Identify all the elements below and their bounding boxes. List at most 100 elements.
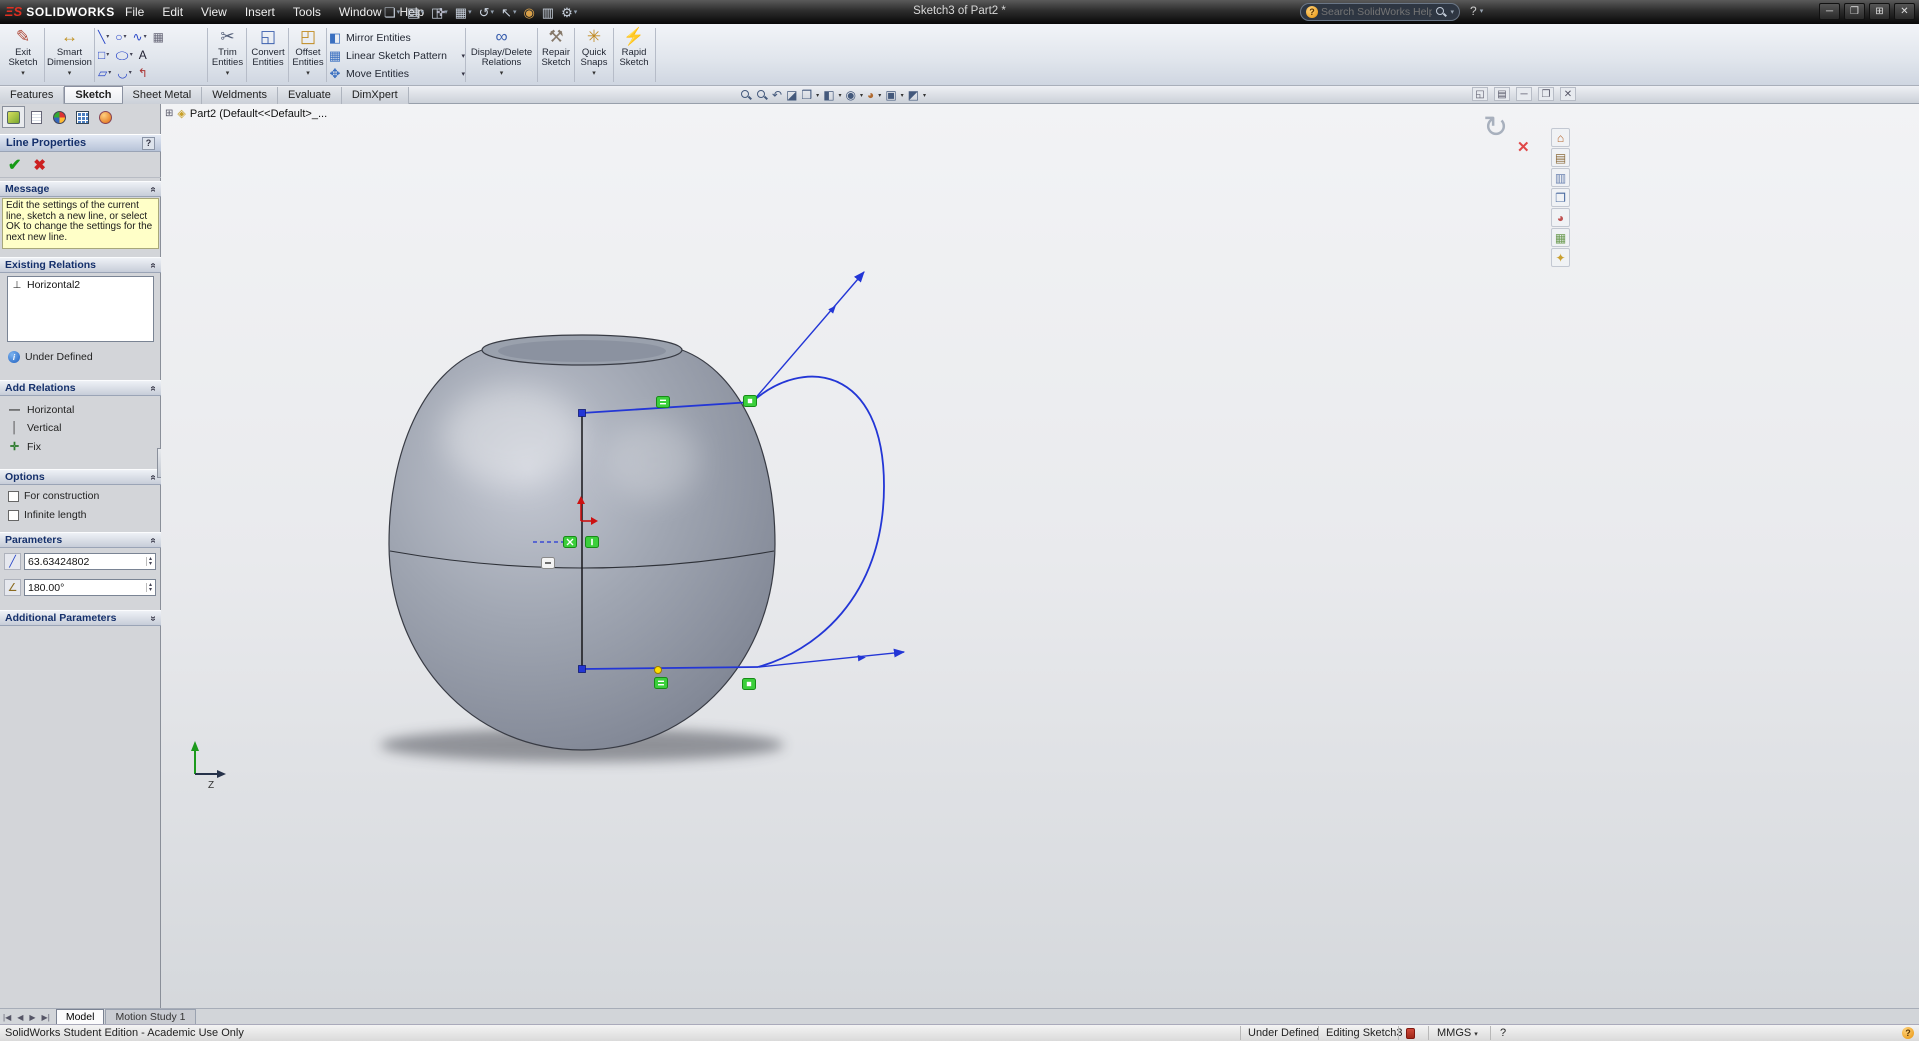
doc-close-button[interactable]: ✕ bbox=[1560, 87, 1576, 101]
search-icon[interactable] bbox=[1435, 6, 1447, 18]
relation-badge-vertical[interactable] bbox=[585, 536, 599, 548]
dropdown-caret-icon[interactable]: ▾ bbox=[816, 92, 819, 99]
dropdown-caret-icon[interactable]: ▾ bbox=[574, 6, 578, 19]
display-delete-relations-button[interactable]: ∞ Display/Delete Relations ▾ bbox=[468, 27, 535, 84]
linear-sketch-pattern-button[interactable]: ▦ Linear Sketch Pattern ▾ bbox=[328, 47, 465, 65]
relation-list-item[interactable]: ⊥ Horizontal2 bbox=[8, 277, 153, 293]
offset-entities-button[interactable]: ◰ Offset Entities ▾ bbox=[290, 27, 326, 84]
rebuild-icon[interactable]: ◉ bbox=[523, 6, 534, 19]
point-tool-button[interactable]: ▦ bbox=[151, 28, 166, 45]
tree-expander-icon[interactable]: ⊞ bbox=[165, 108, 173, 119]
existing-relations-list[interactable]: ⊥ Horizontal2 bbox=[7, 276, 154, 342]
dropdown-caret-icon[interactable]: ▾ bbox=[513, 6, 517, 19]
view-palette-icon[interactable]: ❐ bbox=[1551, 188, 1570, 207]
message-section-header[interactable]: Message » bbox=[0, 181, 161, 197]
hide-show-items-icon[interactable]: ◉ bbox=[846, 88, 856, 102]
tab-property-manager[interactable] bbox=[2, 106, 25, 128]
ok-button[interactable]: ✔ bbox=[8, 155, 21, 175]
tab-evaluate[interactable]: Evaluate bbox=[278, 86, 342, 104]
feature-tree-root-label[interactable]: Part2 (Default<<Default>_... bbox=[190, 108, 327, 120]
viewport-3d-scene[interactable]: Z bbox=[161, 104, 1919, 1008]
view-orientation-icon[interactable]: ❒ bbox=[801, 88, 812, 102]
menu-insert[interactable]: Insert bbox=[236, 0, 284, 24]
repair-sketch-button[interactable]: ⚒ Repair Sketch bbox=[539, 27, 573, 84]
zoom-to-area-icon[interactable] bbox=[756, 89, 768, 101]
dropdown-caret-icon[interactable]: ▾ bbox=[106, 33, 109, 40]
dropdown-caret-icon[interactable]: ▾ bbox=[860, 92, 863, 99]
spline-tool-button[interactable]: ∿ ▾ bbox=[131, 28, 149, 45]
exit-sketch-button[interactable]: ✎ Exit Sketch ▾ bbox=[4, 27, 42, 84]
dropdown-caret-icon[interactable]: ▾ bbox=[129, 69, 132, 76]
trim-entities-button[interactable]: ✂ Trim Entities ▾ bbox=[209, 27, 246, 84]
tab-display-manager[interactable] bbox=[94, 106, 117, 128]
relation-badge-equal[interactable] bbox=[654, 677, 668, 689]
tab-sheet-metal[interactable]: Sheet Metal bbox=[122, 86, 203, 104]
rapid-sketch-button[interactable]: ⚡ Rapid Sketch bbox=[615, 27, 653, 84]
dropdown-caret-icon[interactable]: ▾ bbox=[839, 92, 842, 99]
status-help-button[interactable]: ? bbox=[1500, 1027, 1506, 1039]
angle-parameter-input[interactable]: 180.00° ▴ ▾ bbox=[24, 579, 156, 596]
ellipse-tool-button[interactable]: ◯ ▾ bbox=[113, 46, 134, 63]
open-icon[interactable]: ▤ ▾ bbox=[407, 6, 424, 19]
text-tool-button[interactable]: A bbox=[137, 46, 149, 63]
dropdown-caret-icon[interactable]: ▾ bbox=[500, 69, 504, 77]
custom-properties-icon[interactable]: ▦ bbox=[1551, 228, 1570, 247]
previous-view-icon[interactable]: ↶ bbox=[772, 88, 782, 102]
tab-dimxpert[interactable]: DimXpert bbox=[341, 86, 409, 104]
relation-badge-coincident[interactable] bbox=[743, 395, 757, 407]
for-construction-checkbox[interactable] bbox=[8, 490, 19, 502]
sketch-endpoint[interactable] bbox=[578, 409, 586, 417]
infinite-length-checkbox[interactable] bbox=[8, 509, 19, 521]
save-icon[interactable]: ◫ ▾ bbox=[431, 6, 448, 19]
help-button[interactable]: ? bbox=[142, 136, 155, 150]
relation-badge-equal[interactable] bbox=[656, 396, 670, 408]
dropdown-caret-icon[interactable]: ▾ bbox=[444, 6, 448, 19]
dropdown-caret-icon[interactable]: ▾ bbox=[21, 69, 25, 77]
additional-parameters-section-header[interactable]: Additional Parameters » bbox=[0, 610, 161, 626]
tab-configuration-manager[interactable] bbox=[25, 106, 48, 128]
add-relations-section-header[interactable]: Add Relations » bbox=[0, 380, 161, 396]
next-study-button[interactable]: ▶ bbox=[26, 1010, 38, 1025]
restore-button[interactable]: ❐ bbox=[1844, 3, 1865, 20]
mirror-entities-button[interactable]: ◧ Mirror Entities bbox=[328, 29, 465, 47]
doc-restore-button[interactable]: ❐ bbox=[1538, 87, 1554, 101]
spin-down-icon[interactable]: ▾ bbox=[149, 561, 152, 566]
sketch-endpoint[interactable] bbox=[578, 665, 586, 673]
options-icon[interactable]: ⚙ ▾ bbox=[561, 6, 577, 19]
zoom-to-fit-icon[interactable] bbox=[740, 89, 752, 101]
doc-minimize-button[interactable]: ─ bbox=[1516, 87, 1532, 101]
exit-sketch-corner-icon[interactable]: ↻ bbox=[1483, 110, 1508, 145]
help-sphere-icon[interactable]: ? bbox=[1902, 1027, 1914, 1039]
parameters-section-header[interactable]: Parameters » bbox=[0, 532, 161, 548]
window-tile-icon[interactable]: ▤ bbox=[1494, 87, 1510, 101]
move-entities-button[interactable]: ✥ Move Entities ▾ bbox=[328, 65, 465, 83]
menu-window[interactable]: Window bbox=[330, 0, 391, 24]
add-relation-vertical-button[interactable]: │ Vertical bbox=[4, 419, 157, 436]
construction-tool-button[interactable]: ↰ bbox=[136, 64, 150, 81]
new-document-icon[interactable]: ❏ ▾ bbox=[384, 6, 400, 19]
relation-badge-horizontal-inactive[interactable] bbox=[541, 557, 555, 569]
window-cascade-icon[interactable]: ◱ bbox=[1472, 87, 1488, 101]
circle-tool-button[interactable]: ○ ▾ bbox=[113, 28, 128, 45]
file-properties-icon[interactable]: ▥ bbox=[542, 6, 554, 19]
dropdown-caret-icon[interactable]: ▾ bbox=[226, 69, 230, 77]
relation-badge-intersection[interactable] bbox=[563, 536, 577, 548]
menu-view[interactable]: View bbox=[192, 0, 236, 24]
solidworks-resources-icon[interactable]: ⌂ bbox=[1551, 128, 1570, 147]
dropdown-caret-icon[interactable]: ▾ bbox=[124, 33, 127, 40]
add-relation-fix-button[interactable]: ✛ Fix bbox=[4, 438, 157, 455]
units-selector[interactable]: MMGS ▾ bbox=[1437, 1027, 1478, 1039]
dropdown-caret-icon[interactable]: ▾ bbox=[592, 69, 596, 77]
dropdown-caret-icon[interactable]: ▾ bbox=[397, 6, 401, 19]
tab-appearance-manager[interactable] bbox=[48, 106, 71, 128]
options-section-header[interactable]: Options » bbox=[0, 469, 161, 485]
dropdown-caret-icon[interactable]: ▾ bbox=[923, 92, 926, 99]
length-parameter-input[interactable]: 63.63424802 ▴ ▾ bbox=[24, 553, 156, 570]
spin-down-icon[interactable]: ▾ bbox=[149, 587, 152, 592]
rectangle-tool-button[interactable]: □ ▾ bbox=[96, 46, 111, 63]
tab-features[interactable]: Features bbox=[0, 86, 65, 104]
first-study-button[interactable]: |◀ bbox=[0, 1010, 14, 1025]
dropdown-caret-icon[interactable]: ▾ bbox=[306, 69, 310, 77]
relation-badge-coincident[interactable] bbox=[742, 678, 756, 690]
search-dropdown-caret-icon[interactable]: ▾ bbox=[1450, 8, 1454, 16]
